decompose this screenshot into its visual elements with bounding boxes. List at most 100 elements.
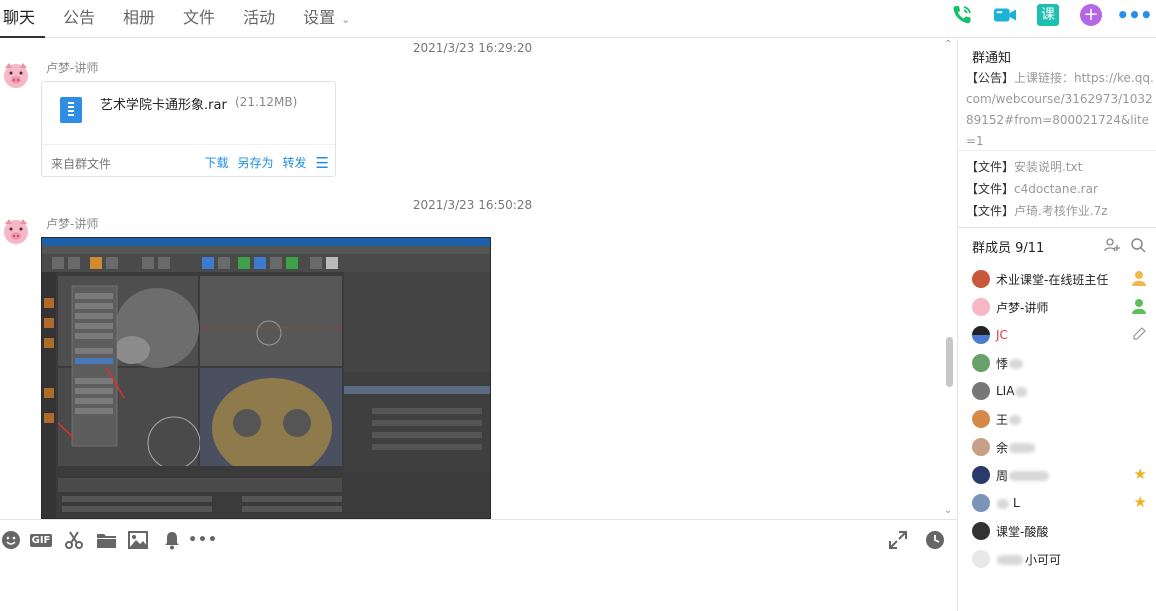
message-input-area[interactable]: GIF ••• bbox=[0, 519, 957, 611]
message-timestamp: 2021/3/23 16:50:28 bbox=[412, 198, 533, 212]
menu-icon[interactable]: ☰ bbox=[316, 155, 329, 170]
folder-icon bbox=[96, 534, 116, 548]
avatar[interactable] bbox=[0, 59, 32, 91]
tab-announcement[interactable]: 公告 bbox=[53, 0, 105, 38]
member-item[interactable]: 余 bbox=[958, 433, 1156, 461]
member-item[interactable]: L ★ bbox=[958, 489, 1156, 517]
video-call-button[interactable] bbox=[993, 3, 1017, 27]
scrollbar-thumb[interactable] bbox=[946, 337, 953, 387]
group-file-list: 【文件】安装说明.txt 【文件】c4doctane.rar 【文件】卢琦.考核… bbox=[966, 156, 1108, 222]
member-name: 课堂-酸酸 bbox=[996, 524, 1049, 539]
expand-input-button[interactable] bbox=[887, 529, 909, 551]
avatar[interactable] bbox=[0, 215, 32, 247]
more-tools-button[interactable]: ••• bbox=[188, 529, 217, 551]
avatar bbox=[972, 382, 990, 400]
file-list-item[interactable]: 【文件】安装说明.txt bbox=[966, 156, 1108, 178]
avatar bbox=[972, 326, 990, 344]
search-icon bbox=[1131, 238, 1146, 253]
member-item[interactable]: JC bbox=[958, 321, 1156, 349]
scroll-down-icon[interactable]: ⌄ bbox=[944, 505, 952, 516]
scroll-up-icon[interactable]: ⌃ bbox=[944, 39, 952, 50]
sender-name[interactable]: 卢梦-讲师 bbox=[46, 215, 98, 232]
member-item[interactable]: 课堂-酸酸 bbox=[958, 517, 1156, 545]
forward-link[interactable]: 转发 bbox=[283, 154, 307, 171]
file-list-item[interactable]: 【文件】c4doctane.rar bbox=[966, 178, 1108, 200]
gif-icon: GIF bbox=[29, 533, 53, 547]
member-item[interactable]: LIA bbox=[958, 377, 1156, 405]
member-name-text: 小可可 bbox=[1025, 552, 1062, 567]
redacted-mask bbox=[1009, 443, 1036, 453]
group-notice-body[interactable]: 【公告】上课链接：https://ke.qq.com/webcourse/316… bbox=[966, 68, 1154, 152]
member-name: JC bbox=[996, 328, 1008, 342]
more-dots-icon: ••• bbox=[1116, 3, 1152, 27]
member-item[interactable]: 周 ★ bbox=[958, 461, 1156, 489]
download-link[interactable]: 下载 bbox=[205, 154, 229, 171]
file-message-card[interactable]: 艺术学院卡通形象.rar (21.12MB) 来自群文件 下载 另存为 转发 ☰ bbox=[41, 81, 336, 177]
avatar bbox=[972, 438, 990, 456]
notify-button[interactable] bbox=[161, 529, 183, 551]
file-list-name[interactable]: 安装说明.txt bbox=[1014, 160, 1082, 174]
tab-album[interactable]: 相册 bbox=[113, 0, 165, 38]
voice-call-button[interactable] bbox=[950, 3, 974, 27]
more-options-button[interactable]: ••• bbox=[1116, 3, 1152, 27]
member-item[interactable]: 小可可 bbox=[958, 545, 1156, 573]
file-tag: 【文件】 bbox=[966, 204, 1015, 218]
chevron-down-icon: ⌄ bbox=[341, 13, 351, 26]
group-side-panel: 群通知 【公告】上课链接：https://ke.qq.com/webcourse… bbox=[957, 39, 1156, 611]
member-name-text: 余 bbox=[996, 440, 1009, 455]
member-name-text: L bbox=[1013, 496, 1020, 510]
more-dots-icon: ••• bbox=[188, 532, 218, 548]
file-tag: 【文件】 bbox=[966, 182, 1015, 196]
tab-files[interactable]: 文件 bbox=[173, 0, 225, 38]
image-message[interactable] bbox=[41, 237, 491, 519]
member-name: LIA bbox=[996, 384, 1028, 398]
file-list-item[interactable]: 【文件】卢琦.考核作业.7z bbox=[966, 200, 1108, 222]
tab-settings[interactable]: 设置 ⌄ bbox=[293, 0, 360, 38]
edit-icon[interactable] bbox=[1132, 326, 1147, 345]
member-item[interactable]: 悸 bbox=[958, 349, 1156, 377]
group-notice-title: 群通知 bbox=[972, 51, 1012, 66]
sender-name[interactable]: 卢梦-讲师 bbox=[46, 59, 98, 76]
apps-add-button[interactable]: + bbox=[1079, 3, 1103, 27]
divider bbox=[958, 150, 1156, 151]
chat-scrollbar[interactable] bbox=[945, 39, 955, 519]
redacted-mask bbox=[1015, 386, 1028, 397]
history-button[interactable] bbox=[924, 529, 946, 551]
tab-bar: 聊天 公告 相册 文件 活动 设置 ⌄ bbox=[0, 0, 368, 38]
member-name: 小可可 bbox=[996, 551, 1061, 568]
chat-message-list[interactable]: 2021/3/23 16:29:20 卢梦-讲师 艺术学院卡通形象.rar (2… bbox=[0, 39, 957, 519]
send-file-button[interactable] bbox=[95, 529, 117, 551]
member-tools bbox=[1094, 237, 1146, 257]
scissors-icon bbox=[65, 531, 83, 549]
bell-icon bbox=[165, 532, 179, 550]
member-item[interactable]: 卢梦-讲师 bbox=[958, 293, 1156, 321]
member-search-button[interactable] bbox=[1130, 237, 1146, 257]
file-list-name[interactable]: c4doctane.rar bbox=[1014, 182, 1098, 196]
tab-activity[interactable]: 活动 bbox=[233, 0, 285, 38]
file-size: (21.12MB) bbox=[235, 95, 298, 109]
member-item[interactable]: 王 bbox=[958, 405, 1156, 433]
course-button[interactable]: 课 bbox=[1036, 3, 1060, 27]
smiley-icon bbox=[2, 531, 20, 549]
pig-avatar-icon bbox=[4, 219, 28, 244]
member-name-text: 周 bbox=[996, 468, 1009, 483]
member-name: 悸 bbox=[996, 355, 1024, 372]
file-list-name[interactable]: 卢琦.考核作业.7z bbox=[1014, 204, 1108, 218]
member-item[interactable]: 术业课堂-在线班主任 bbox=[958, 265, 1156, 293]
screenshot-button[interactable] bbox=[63, 529, 85, 551]
file-source: 来自群文件 bbox=[51, 157, 112, 171]
star-icon: ★ bbox=[1133, 493, 1147, 511]
group-admin-icon bbox=[1131, 298, 1147, 318]
qq-group-chat-window: 聊天 公告 相册 文件 活动 设置 ⌄ 课 + ••• 2021/3/23 16… bbox=[0, 0, 1156, 611]
emoji-button[interactable] bbox=[0, 529, 22, 551]
add-member-button[interactable] bbox=[1104, 237, 1120, 257]
gif-button[interactable]: GIF bbox=[29, 529, 53, 551]
avatar bbox=[972, 466, 990, 484]
divider bbox=[958, 227, 1156, 228]
save-as-link[interactable]: 另存为 bbox=[238, 154, 274, 171]
avatar bbox=[972, 494, 990, 512]
tab-chat[interactable]: 聊天 bbox=[0, 0, 46, 38]
file-name[interactable]: 艺术学院卡通形象.rar bbox=[100, 94, 227, 113]
send-image-button[interactable] bbox=[127, 529, 149, 551]
member-list: 术业课堂-在线班主任 卢梦-讲师 JC 悸 LIA 王 余 周 ★ L ★ 课堂… bbox=[958, 265, 1156, 573]
